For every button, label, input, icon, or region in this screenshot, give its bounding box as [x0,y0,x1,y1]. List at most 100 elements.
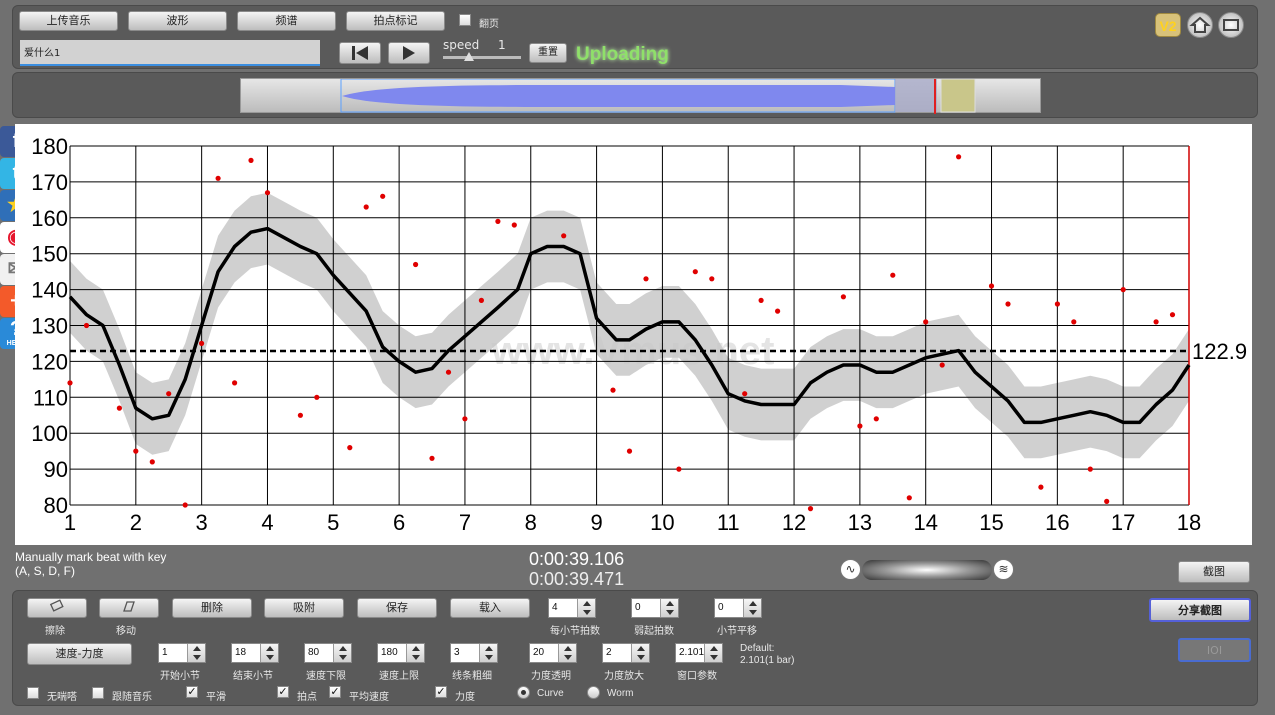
beat-point [248,157,254,163]
curve-label: Curve [537,688,564,699]
spectrum-button[interactable]: 频谱 [237,11,336,31]
beats-per-bar-label: 每小节拍数 [550,626,600,637]
beat-point [347,445,353,451]
page-turn-checkbox[interactable] [459,14,471,26]
beat-point [413,261,419,268]
reset-button[interactable]: 重置 [529,43,567,63]
waveform-panel [12,72,1258,118]
speed-slider-thumb[interactable] [464,52,474,61]
delete-button[interactable]: 删除 [172,598,252,618]
version-badge[interactable]: V2 [1155,13,1181,37]
share-screenshot-button[interactable]: 分享截图 [1149,598,1251,622]
beat-point [133,448,139,454]
bar-shift-stepper[interactable]: 0 [714,598,762,618]
follow-music-checkbox[interactable] [92,687,104,699]
fullscreen-button[interactable] [1218,12,1244,38]
beat-point [380,193,386,199]
beats-checkbox[interactable]: ✓ [277,686,289,698]
beat-point [676,466,682,472]
beat-point [1087,466,1093,472]
x-tick-label: 15 [979,510,1003,535]
beat-point [429,455,435,461]
play-icon [403,46,415,60]
x-tick-label: 8 [525,510,537,535]
song-name-field[interactable]: 爱什么1 [20,40,320,66]
play-button[interactable] [388,42,430,64]
end-bar-stepper[interactable]: 18 [231,643,279,663]
x-tick-label: 17 [1111,510,1135,535]
beat-point [445,369,452,375]
beat-point [840,294,847,300]
line-width-label: 线条粗细 [452,671,492,682]
beat-point [149,459,155,465]
volume-slider[interactable]: ∿ ≋ [840,558,1015,582]
speed-slider[interactable] [443,52,521,61]
y-tick-label: 90 [44,457,68,482]
x-tick-label: 13 [848,510,872,535]
worm-radio[interactable] [587,686,600,699]
beat-point [1071,319,1077,325]
erase-button[interactable] [27,598,87,618]
avg-tempo-label: 平均速度 [349,692,389,703]
save-button[interactable]: 保存 [357,598,437,618]
dyn-transparency-stepper[interactable]: 20 [529,643,577,663]
beat-point [988,283,995,289]
volume-track[interactable] [862,560,992,580]
curve-radio[interactable] [517,686,530,699]
smooth-checkbox[interactable]: ✓ [186,686,198,698]
tempo-dynamics-button[interactable]: 速度-力度 [27,643,132,665]
beat-point [906,495,912,501]
upload-music-button[interactable]: 上传音乐 [19,11,118,31]
beat-point [857,423,863,429]
beat-point [232,380,238,386]
waveform-button[interactable]: 波形 [128,11,227,31]
dynamics-checkbox[interactable]: ✓ [435,686,447,698]
y-tick-label: 160 [31,206,68,231]
home-button[interactable] [1187,12,1213,38]
tempo-lower-stepper[interactable]: 80 [304,643,352,663]
waveform-overview[interactable] [240,78,1041,114]
x-tick-label: 12 [782,510,806,535]
home-icon [1189,16,1211,33]
time-total: 0:00:39.471 [529,569,625,589]
tempo-upper-stepper[interactable]: 180 [377,643,425,663]
window-param-stepper[interactable]: 2.101 [675,643,723,663]
upbeat-stepper[interactable]: 0 [631,598,679,618]
x-tick-label: 3 [196,510,208,535]
beat-mark-button[interactable]: 拍点标记 [346,11,445,31]
beat-point [363,204,369,210]
prev-button[interactable] [339,42,381,64]
avg-tempo-checkbox[interactable]: ✓ [329,686,341,698]
move-button[interactable] [99,598,159,618]
smooth-label: 平滑 [206,692,226,703]
beat-point [775,308,781,314]
beat-point [561,233,567,239]
ioi-button[interactable]: IOI [1178,638,1251,662]
worm-label: Worm [607,688,634,699]
snap-button[interactable]: 吸附 [264,598,344,618]
beat-point [83,322,90,329]
beat-point [692,269,698,275]
beat-point [709,276,715,282]
beat-point [67,380,73,386]
beat-point [1169,312,1176,318]
x-tick-label: 16 [1045,510,1069,535]
y-tick-label: 80 [44,493,68,518]
no-breath-checkbox[interactable] [27,687,39,699]
beat-point [1038,484,1044,490]
tempo-chart[interactable]: www.Vmus.net1234567891011121314151617188… [15,124,1252,545]
beat-point [215,175,221,181]
beat-point [478,297,484,303]
beat-point [807,506,814,512]
load-button[interactable]: 载入 [450,598,530,618]
line-width-stepper[interactable]: 3 [450,643,498,663]
dyn-zoom-stepper[interactable]: 2 [602,643,650,663]
beat-point [1005,301,1011,307]
screenshot-button[interactable]: 截图 [1178,561,1250,583]
start-bar-stepper[interactable]: 1 [158,643,206,663]
move-label: 移动 [116,626,136,637]
tempo-lower-label: 速度下限 [306,671,346,682]
x-tick-label: 9 [590,510,602,535]
beats-per-bar-stepper[interactable]: 4 [548,598,596,618]
upload-status: Uploading [576,44,669,65]
